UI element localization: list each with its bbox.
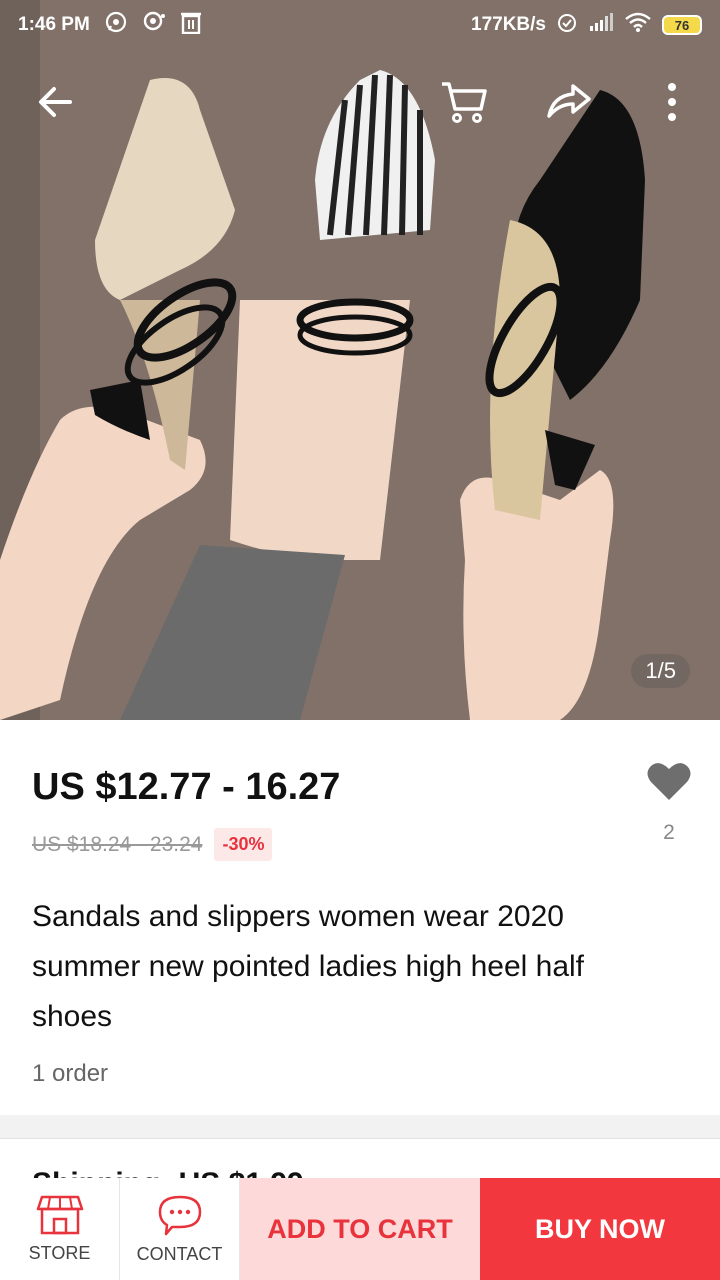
alarm-icon [556,11,578,39]
cart-button[interactable] [432,70,496,134]
network-speed: 177KB/s [471,14,546,35]
top-action-bar [0,70,720,140]
order-count: 1 order [32,1060,109,1087]
cart-icon [442,82,487,123]
back-button[interactable] [24,70,88,134]
status-bar: 1:46 PM 177KB/s 76 [0,0,720,50]
more-button[interactable] [640,70,704,134]
heart-icon [647,763,691,800]
chat-bubble-icon [158,1195,201,1235]
store-button[interactable]: STORE [0,1178,120,1280]
contact-button[interactable]: CONTACT [120,1178,240,1280]
buy-now-button[interactable]: BUY NOW [480,1178,720,1280]
image-counter: 1/5 [631,654,690,688]
more-vertical-icon [668,83,676,121]
status-time: 1:46 PM [18,14,90,35]
product-price: US $12.77 - 16.27 [32,766,341,808]
chat-icon [142,10,166,40]
product-image[interactable]: 1:46 PM 177KB/s 76 1/5 [0,0,720,720]
original-price-row: US $18.24 - 23.24 -30% [32,828,273,861]
whatsapp-icon [104,10,128,40]
product-info-card: US $12.77 - 16.27 US $18.24 - 23.24 -30%… [0,720,720,1115]
back-arrow-icon [39,87,72,117]
product-detail-page: 1:46 PM 177KB/s 76 1/5 US $12.77 - 16.27… [0,0,720,1280]
wishlist-button[interactable]: 2 [644,760,694,845]
bottom-action-bar: STORE CONTACT ADD TO CART BUY NOW [0,1178,720,1280]
discount-badge: -30% [214,828,273,861]
trash-icon [180,10,202,40]
store-label: STORE [28,1242,91,1263]
contact-label: CONTACT [136,1243,223,1264]
share-icon [547,84,591,118]
battery-icon: 76 [662,15,702,35]
original-price: US $18.24 - 23.24 [32,832,203,856]
share-button[interactable] [536,70,600,134]
signal-icon [588,13,614,37]
wishlist-count: 2 [663,821,675,844]
wifi-icon [624,11,652,39]
add-to-cart-button[interactable]: ADD TO CART [240,1178,480,1280]
product-title: Sandals and slippers women wear 2020 sum… [32,900,584,1033]
store-icon [36,1195,83,1234]
